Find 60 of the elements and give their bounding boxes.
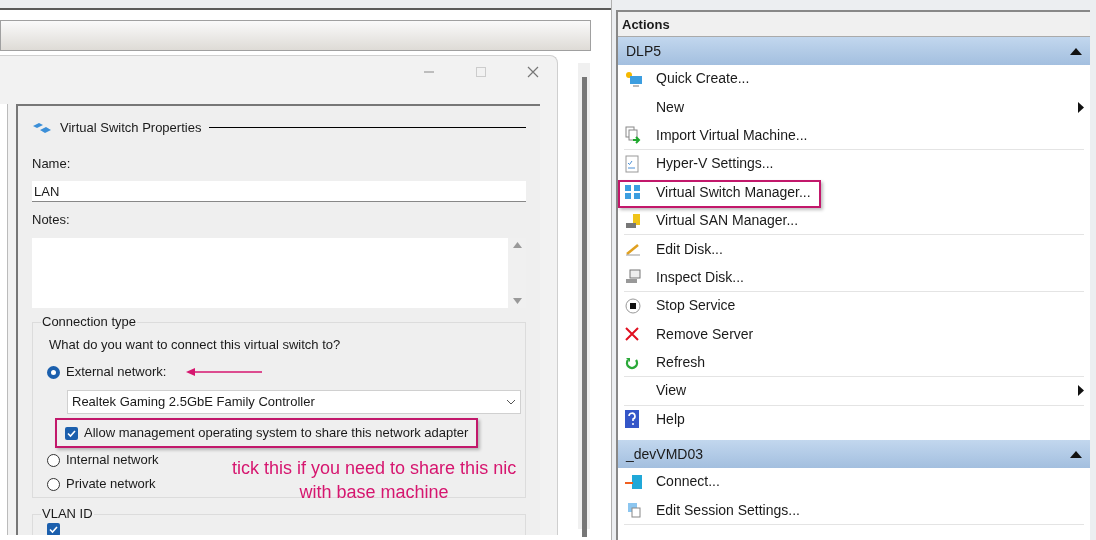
group-legend: VLAN ID xyxy=(41,506,94,521)
section-title: Virtual Switch Properties xyxy=(60,119,202,137)
name-label: Name: xyxy=(32,154,72,173)
scroll-thumb[interactable] xyxy=(581,77,587,537)
radio-button[interactable] xyxy=(47,477,60,491)
action-item[interactable]: Virtual SAN Manager... xyxy=(624,206,1084,236)
collapse-icon[interactable] xyxy=(1070,450,1082,458)
name-field[interactable]: LAN xyxy=(32,181,526,202)
collapse-icon[interactable] xyxy=(1070,47,1082,55)
help-icon xyxy=(625,410,639,429)
action-item[interactable]: New xyxy=(624,93,1084,122)
radio-label[interactable]: Private network xyxy=(66,474,156,494)
adapter-dropdown[interactable]: Realtek Gaming 2.5GbE Family Controller xyxy=(67,390,521,414)
drive-icon xyxy=(625,212,641,229)
submenu-arrow-icon xyxy=(1078,385,1084,397)
window-settings-icon xyxy=(625,502,641,519)
group-header[interactable]: _devVMD03 xyxy=(618,440,1090,469)
import-icon xyxy=(625,126,641,145)
annotation-text: tick this if you need to share this nic with base machine xyxy=(232,457,517,504)
stop-icon xyxy=(625,297,641,314)
radio-label[interactable]: Internal network xyxy=(66,450,159,470)
radio-label[interactable]: External network: xyxy=(66,362,167,382)
action-item[interactable]: Hyper-V Settings... xyxy=(624,150,1084,179)
action-item[interactable]: Refresh xyxy=(624,348,1084,378)
group-header[interactable]: DLP5 xyxy=(618,37,1090,65)
action-item[interactable]: Help xyxy=(624,405,1084,435)
checkbox-label[interactable]: Allow management operating system to share this network adapter xyxy=(84,423,469,443)
checkbox[interactable] xyxy=(65,426,78,440)
squares-icon xyxy=(625,185,641,200)
action-item[interactable]: Inspect Disk... xyxy=(624,263,1084,293)
action-item[interactable]: View xyxy=(624,377,1084,406)
action-item[interactable]: Quick Create... xyxy=(624,65,1084,94)
scroll-down-icon[interactable] xyxy=(512,297,522,304)
radio-button[interactable] xyxy=(47,365,60,379)
action-item[interactable]: Import Virtual Machine... xyxy=(624,121,1084,151)
connect-icon xyxy=(625,473,643,490)
pencil-icon xyxy=(625,242,641,257)
notes-label: Notes: xyxy=(32,211,71,229)
refresh-icon xyxy=(625,355,639,370)
action-item[interactable]: Virtual Switch Manager... xyxy=(624,178,1084,207)
question-text: What do you want to connect this virtual switch to? xyxy=(49,335,342,354)
action-item[interactable]: Connect... xyxy=(624,468,1084,497)
close-icon[interactable] xyxy=(527,66,539,78)
chevron-down-icon xyxy=(506,399,516,405)
monitor-sun-icon xyxy=(625,70,643,87)
action-item[interactable]: Edit Disk... xyxy=(624,235,1084,264)
submenu-arrow-icon xyxy=(1078,101,1084,113)
document-checklist-icon xyxy=(625,154,639,173)
scroll-up-icon[interactable] xyxy=(512,241,522,248)
notes-field[interactable] xyxy=(32,237,526,308)
x-icon xyxy=(625,327,639,342)
pane-title: Actions xyxy=(618,12,1090,37)
action-item[interactable]: Stop Service xyxy=(624,292,1084,321)
radio-button[interactable] xyxy=(47,453,60,467)
checkbox[interactable] xyxy=(47,522,60,535)
action-item[interactable]: Edit Session Settings... xyxy=(624,496,1084,525)
group-legend: Connection type xyxy=(41,314,137,329)
network-switch-icon xyxy=(32,120,52,135)
disk-monitor-icon xyxy=(625,269,641,286)
action-item[interactable]: Remove Server xyxy=(624,320,1084,349)
